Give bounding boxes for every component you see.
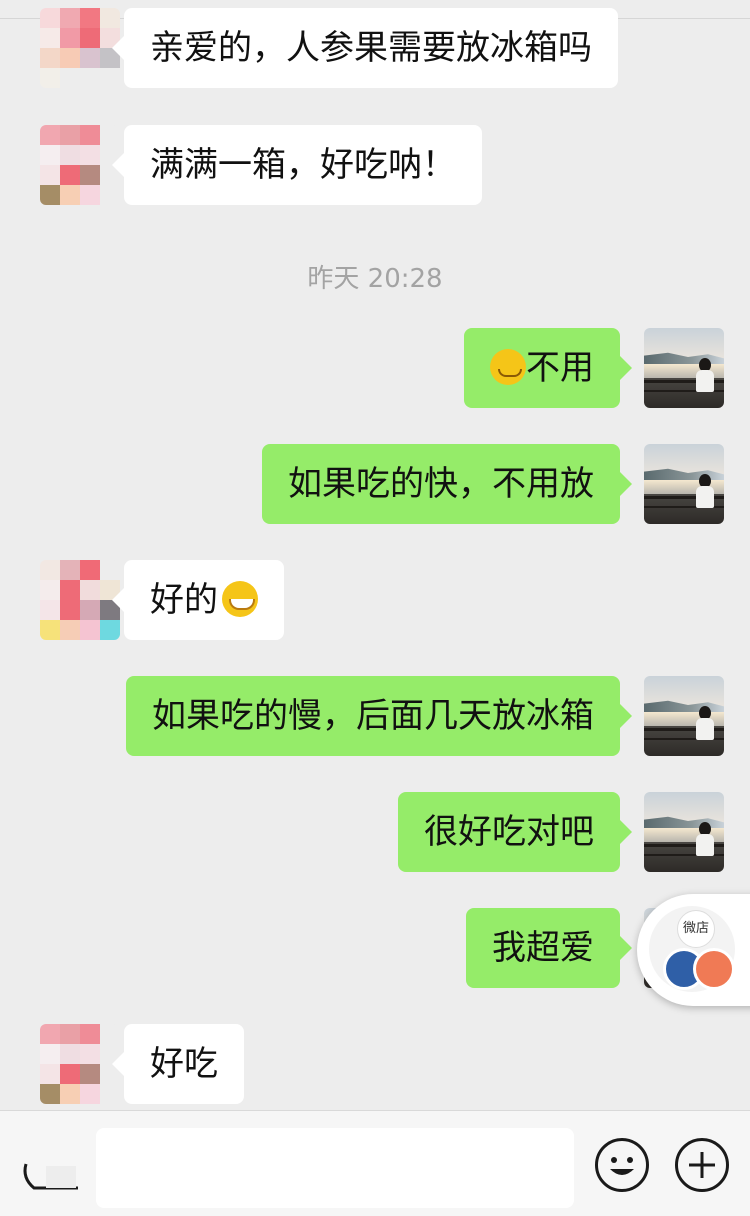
my-avatar[interactable]: [644, 444, 724, 524]
message-bubble-sent[interactable]: 我超爱: [466, 908, 632, 988]
plus-icon: [689, 1152, 715, 1178]
floating-window-panel[interactable]: 微店: [637, 894, 750, 1006]
smiley-icon: [610, 1157, 634, 1175]
message-bubble-received[interactable]: 好的: [112, 560, 284, 640]
message-text: 好吃: [150, 1044, 218, 1084]
message-text: 很好吃对吧: [424, 812, 594, 852]
my-avatar[interactable]: [644, 328, 724, 408]
contact-avatar[interactable]: [40, 8, 120, 88]
more-options-button[interactable]: [675, 1138, 729, 1192]
chat-timestamp: 昨天 20:28: [307, 264, 443, 294]
grinning-face-emoji: [222, 580, 258, 617]
message-text: 满满一箱，好吃呐！: [150, 145, 456, 185]
my-avatar[interactable]: [644, 676, 724, 756]
message-bubble-sent[interactable]: 如果吃的快，不用放: [262, 444, 632, 524]
message-input[interactable]: [96, 1128, 574, 1208]
message-text: 不用: [526, 348, 594, 388]
message-text: 如果吃的快，不用放: [288, 464, 594, 504]
message-bubble-sent[interactable]: 如果吃的慢，后面几天放冰箱: [126, 676, 632, 756]
message-text: 我超爱: [492, 928, 594, 968]
weidian-badge: 微店: [677, 910, 715, 948]
live-stream-icon: [693, 948, 735, 990]
message-bubble-received[interactable]: 满满一箱，好吃呐！: [112, 125, 482, 205]
contact-avatar[interactable]: [40, 125, 120, 205]
message-bubble-sent[interactable]: 很好吃对吧: [398, 792, 632, 872]
message-text: 如果吃的慢，后面几天放冰箱: [152, 696, 594, 736]
message-bubble-received[interactable]: 亲爱的，人参果需要放冰箱吗: [112, 8, 618, 88]
contact-avatar[interactable]: [40, 1024, 120, 1104]
message-text: 亲爱的，人参果需要放冰箱吗: [150, 28, 592, 68]
message-text: 好的: [150, 580, 218, 620]
floating-window-bubble[interactable]: 微店: [649, 906, 735, 992]
my-avatar[interactable]: [644, 792, 724, 872]
message-bubble-received[interactable]: 好吃: [112, 1024, 244, 1104]
message-bubble-sent[interactable]: 不用: [464, 328, 632, 408]
contact-avatar[interactable]: [40, 560, 120, 640]
emoji-button[interactable]: [595, 1138, 649, 1192]
voice-input-icon[interactable]: [18, 1158, 80, 1194]
thinking-face-emoji: [490, 348, 526, 385]
